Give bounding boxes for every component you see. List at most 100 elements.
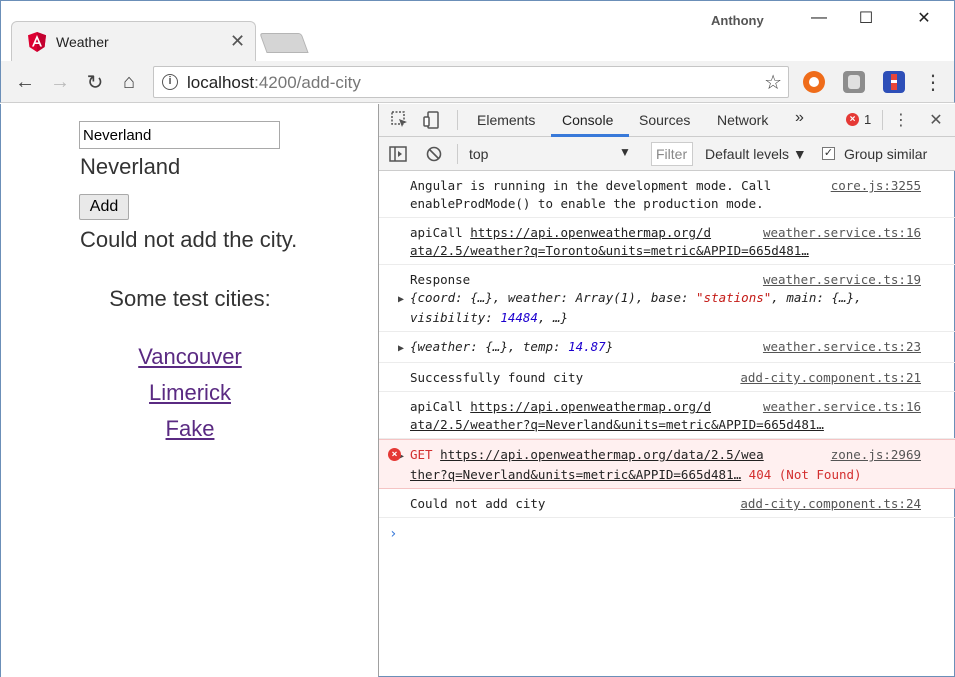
city-input[interactable] [79, 121, 280, 149]
source-link[interactable]: add-city.component.ts:21 [740, 369, 921, 387]
url-link[interactable]: https://api.openweathermap.org/d [470, 225, 711, 240]
test-city-link-fake[interactable]: Fake [1, 416, 379, 442]
obj-key: , temp: [507, 339, 569, 354]
back-button[interactable]: ← [11, 68, 39, 96]
group-similar-label: Group similar [844, 146, 928, 162]
forward-arrow-icon: → [50, 70, 70, 93]
url-link[interactable]: ata/2.5/weather?q=Toronto&units=metric&A… [410, 242, 955, 260]
obj-key: , main: [771, 290, 832, 305]
console-filter-bar: top ▼ Filter Default levels ▼ ✓ Group si… [379, 137, 955, 171]
source-link[interactable]: weather.service.ts:19 [763, 271, 921, 289]
obj-key: , …} [537, 310, 569, 325]
source-link[interactable]: weather.service.ts:16 [763, 224, 921, 242]
console-message: Could not add city add-city.component.ts… [379, 489, 955, 518]
tab-title: Weather [56, 34, 109, 50]
browser-tab[interactable]: Weather ✕ [11, 21, 256, 63]
window-user-name[interactable]: Anthony [711, 13, 764, 28]
console-message: apiCall https://api.openweathermap.org/d… [379, 218, 955, 265]
bookmark-star-icon[interactable]: ☆ [764, 70, 782, 95]
url-path: :4200/add-city [254, 73, 361, 92]
tab-network[interactable]: Network [717, 112, 768, 128]
console-message: apiCall https://api.openweathermap.org/d… [379, 392, 955, 439]
devtools-tab-bar: Elements Console Sources Network » × 1 ⋮… [379, 104, 955, 137]
console-message: ▶ {weather: {…}, temp: 14.87} weather.ser… [379, 332, 955, 363]
reload-icon: ↻ [86, 71, 104, 94]
expand-triangle-icon[interactable]: ▶ [398, 340, 410, 358]
info-icon[interactable]: i [162, 74, 178, 90]
inspect-element-icon[interactable] [389, 109, 411, 131]
test-city-link-vancouver[interactable]: Vancouver [1, 344, 379, 370]
more-tabs-icon[interactable]: » [795, 109, 804, 127]
lighthouse-extension-icon[interactable] [883, 71, 905, 93]
console-error-message: × ▶ GET https://api.openweathermap.org/da… [379, 439, 955, 489]
test-city-link-limerick[interactable]: Limerick [1, 380, 379, 406]
close-icon: ✕ [917, 10, 931, 27]
maximize-button[interactable]: ☐ [843, 1, 889, 35]
devtools-close-icon[interactable]: ✕ [925, 109, 947, 131]
console-filter-input[interactable]: Filter [651, 142, 693, 166]
url-text[interactable]: localhost:4200/add-city [187, 73, 361, 93]
show-sidebar-icon[interactable] [387, 143, 409, 165]
obj-value: {…} [470, 290, 493, 305]
minimize-button[interactable]: — [796, 1, 842, 35]
expand-triangle-icon[interactable]: ▶ [398, 291, 410, 309]
source-link[interactable]: core.js:3255 [831, 177, 921, 195]
source-link[interactable]: weather.service.ts:16 [763, 398, 921, 416]
devtools-panel: Elements Console Sources Network » × 1 ⋮… [378, 104, 955, 677]
url-link[interactable]: ata/2.5/weather?q=Neverland&units=metric… [410, 416, 955, 434]
angular-icon [28, 32, 46, 52]
source-link[interactable]: zone.js:2969 [831, 446, 921, 464]
obj-key: {coord: [410, 290, 471, 305]
source-link[interactable]: add-city.component.ts:24 [740, 495, 921, 513]
close-window-button[interactable]: ✕ [901, 1, 947, 35]
console-message: Angular is running in the development mo… [379, 171, 955, 218]
object-preview[interactable]: ▶ {coord: {…}, weather: Array(1), base: "… [398, 289, 955, 309]
object-preview-cont: visibility: 14484, …} [410, 309, 955, 327]
context-selector[interactable]: top [469, 146, 488, 162]
devtools-menu-icon[interactable]: ⋮ [890, 109, 912, 131]
toolbar-divider [882, 110, 883, 130]
page-content: Neverland Add Could not add the city. So… [0, 104, 378, 677]
browser-toolbar: ← → ↻ ⌂ i localhost:4200/add-city ☆ ⋮ [0, 61, 955, 103]
http-method: GET [410, 447, 441, 462]
url-link[interactable]: https://api.openweathermap.org/d [470, 399, 711, 414]
address-bar[interactable]: i localhost:4200/add-city ☆ [153, 66, 789, 98]
console-message: Response ▶ {coord: {…}, weather: Array(1)… [379, 265, 955, 332]
console-message: Successfully found city add-city.compone… [379, 363, 955, 392]
url-host: localhost [187, 73, 255, 92]
toolbar-divider [457, 144, 458, 164]
console-prompt[interactable]: › [379, 518, 955, 542]
kebab-menu-icon: ⋮ [923, 71, 943, 94]
error-count-icon[interactable]: × [846, 113, 859, 126]
chrome-menu-button[interactable]: ⋮ [919, 68, 947, 96]
toolbar-divider [457, 110, 458, 130]
tab-close-icon[interactable]: ✕ [230, 31, 245, 52]
prompt-chevron-icon: › [389, 526, 398, 542]
obj-string-value: "stations" [696, 290, 772, 305]
source-link[interactable]: weather.service.ts:23 [763, 338, 921, 356]
context-dropdown-icon[interactable]: ▼ [619, 145, 631, 159]
new-tab-button[interactable] [259, 33, 309, 53]
url-link[interactable]: https://api.openweathermap.org/data/2.5/… [440, 447, 764, 462]
clear-console-icon[interactable] [423, 143, 445, 165]
add-city-button[interactable]: Add [79, 194, 129, 220]
obj-key: , base: [635, 290, 697, 305]
group-similar-checkbox[interactable]: ✓ [822, 147, 835, 160]
log-levels-dropdown[interactable]: Default levels ▼ [705, 146, 807, 162]
tab-sources[interactable]: Sources [639, 112, 690, 128]
shield-extension-icon[interactable] [843, 71, 865, 93]
url-link[interactable]: ther?q=Neverland&units=metric&APPID=665d… [410, 467, 741, 482]
obj-key: {weather: [410, 339, 486, 354]
home-button[interactable]: ⌂ [115, 68, 143, 96]
message-prefix: apiCall [410, 225, 471, 240]
device-toolbar-icon[interactable] [421, 109, 443, 131]
lifebuoy-extension-icon[interactable] [803, 71, 825, 93]
tab-elements[interactable]: Elements [477, 112, 535, 128]
forward-button[interactable]: → [46, 68, 74, 96]
obj-number-value: 14484 [500, 310, 538, 325]
home-icon: ⌂ [122, 70, 136, 93]
obj-number-value: 14.87 [568, 339, 606, 354]
reload-button[interactable]: ↻ [81, 68, 109, 96]
error-count[interactable]: 1 [864, 112, 871, 127]
tab-console[interactable]: Console [562, 112, 613, 128]
